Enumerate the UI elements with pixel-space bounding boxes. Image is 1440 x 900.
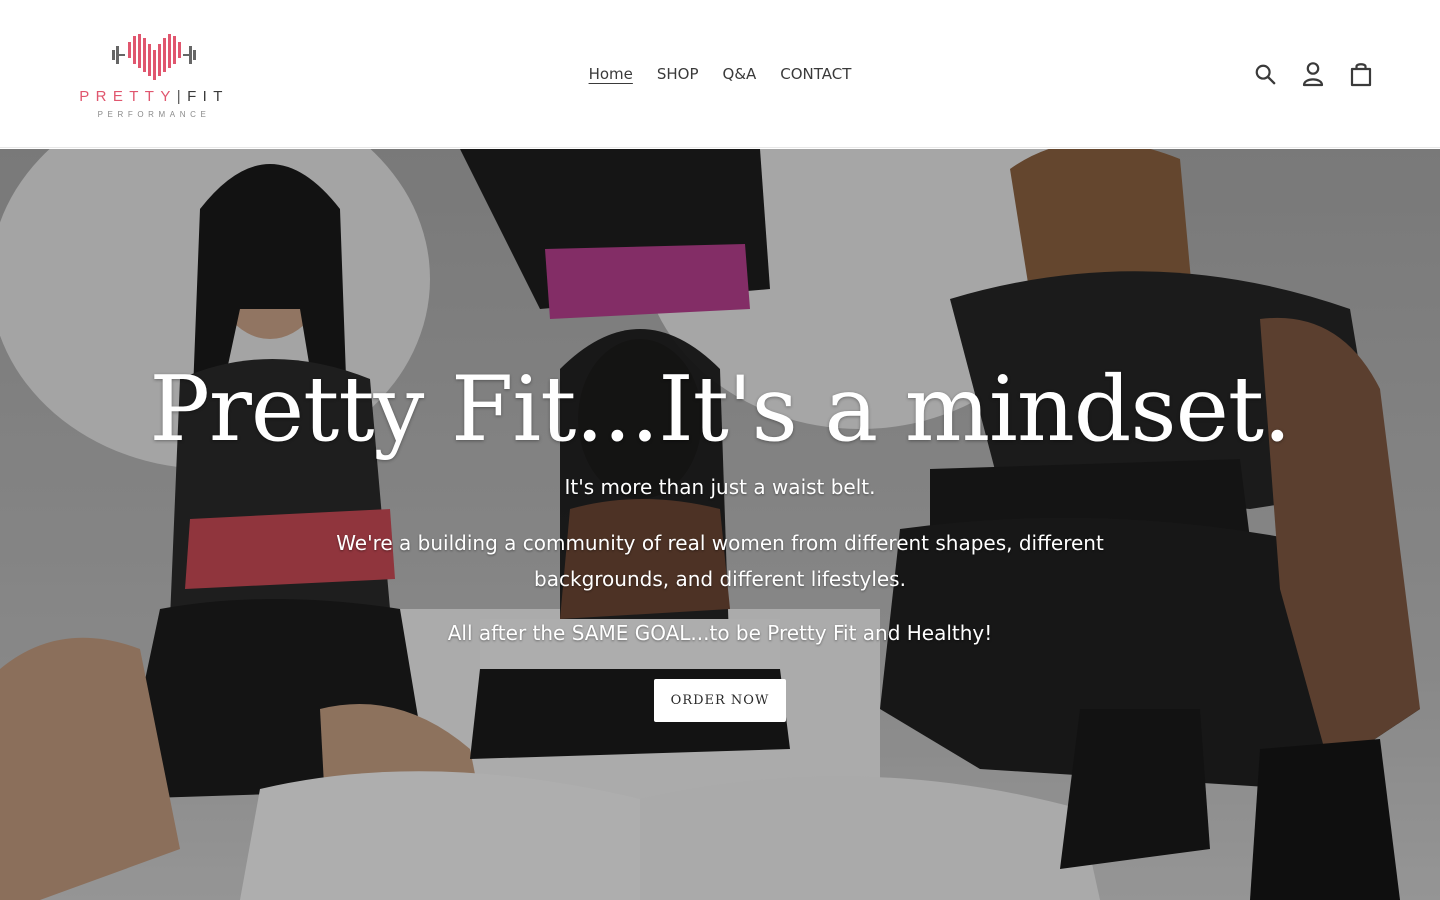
hero-content: Pretty Fit...It's a mindset. It's more t… [0,149,1440,900]
nav-item-contact[interactable]: CONTACT [780,62,851,88]
hero-title: Pretty Fit...It's a mindset. [149,357,1291,462]
cart-button[interactable] [1348,60,1374,88]
brand-name-separator: | [176,88,188,105]
brand-wordmark: PRETTY|FIT [64,88,244,105]
nav-item-shop[interactable]: SHOP [657,62,699,88]
brand-name-fit: FIT [187,88,229,105]
dumbbell-heart-icon [112,34,196,80]
account-button[interactable] [1300,60,1326,88]
hero-description: We're a building a community of real wom… [336,531,1104,591]
brand-logo[interactable]: PRETTY|FIT PERFORMANCE [64,30,244,122]
brand-name-pretty: PRETTY [79,88,177,105]
hero-subtitle: It's more than just a waist belt. [564,475,876,499]
search-button[interactable] [1252,60,1278,88]
brand-tagline: PERFORMANCE [97,110,211,119]
order-now-button[interactable]: ORDER NOW [654,679,786,722]
hero-goal-text: All after the SAME GOAL...to be Pretty F… [447,621,993,645]
header-icons [1252,60,1374,88]
nav-item-home[interactable]: Home [589,62,633,88]
account-icon [1302,62,1324,87]
site-header: PRETTY|FIT PERFORMANCE Home SHOP Q&A CON… [0,0,1440,148]
cart-icon [1350,63,1372,87]
nav-item-qa[interactable]: Q&A [723,62,757,88]
search-icon [1255,64,1276,85]
hero-banner: Pretty Fit...It's a mindset. It's more t… [0,149,1440,900]
